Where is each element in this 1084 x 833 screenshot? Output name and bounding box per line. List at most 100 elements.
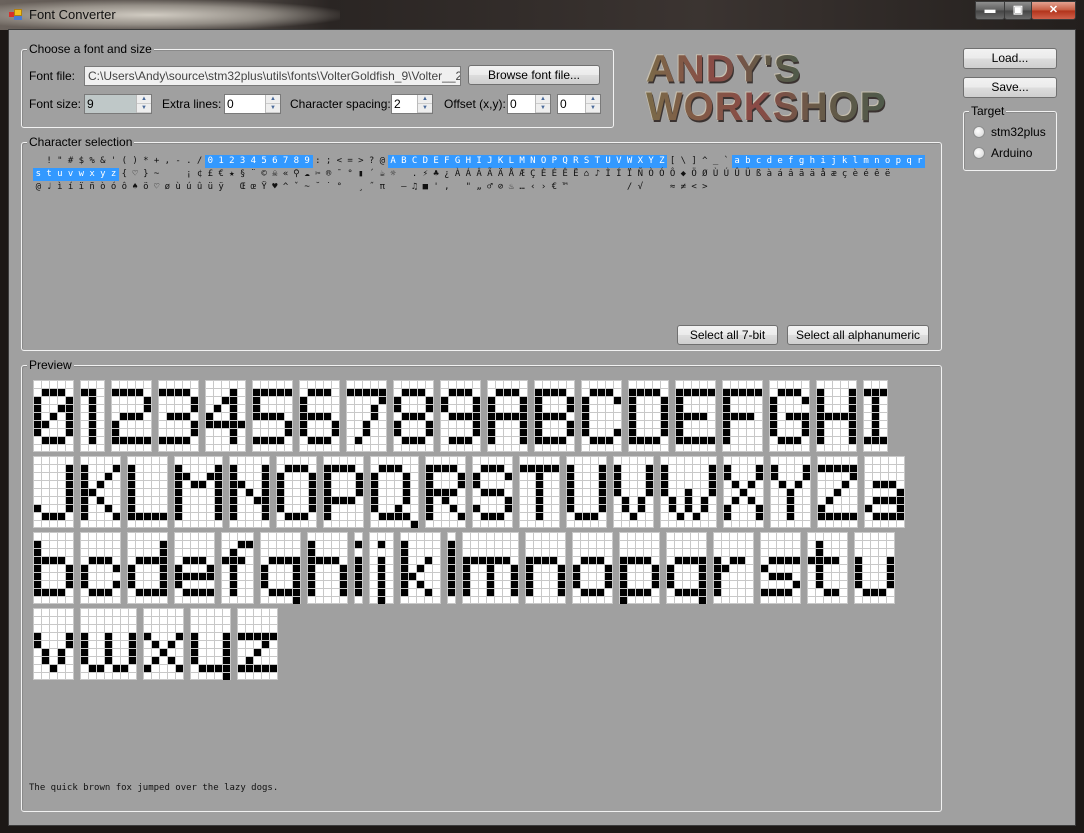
character-cell[interactable]: O — [538, 155, 549, 168]
character-cell[interactable]: 4 — [248, 155, 259, 168]
character-cell[interactable]: $ — [76, 155, 87, 168]
character-cell[interactable]: , — [442, 181, 453, 194]
character-cell[interactable]: & — [98, 155, 109, 168]
maximize-button[interactable]: ▣ — [1004, 1, 1032, 20]
character-cell[interactable]: ☠ — [270, 168, 281, 181]
character-cell[interactable]: u — [54, 168, 66, 181]
character-cell[interactable]: Q — [559, 155, 571, 168]
character-cell[interactable]: â — [786, 168, 797, 181]
character-cell[interactable]: Ü — [743, 168, 754, 181]
character-cell[interactable]: , — [162, 155, 173, 168]
character-cell[interactable]: ♫ — [409, 181, 420, 194]
character-cell[interactable]: @ — [377, 155, 388, 168]
spin-down-icon[interactable]: ▼ — [137, 104, 151, 113]
character-cell[interactable]: ë — [882, 168, 893, 181]
character-cell[interactable]: Ë — [571, 168, 582, 181]
character-cell[interactable]: h — [807, 155, 818, 168]
character-cell[interactable]: J — [484, 155, 496, 168]
character-cell[interactable]: € — [216, 168, 227, 181]
character-cell[interactable]: Y — [645, 155, 657, 168]
spin-down-icon[interactable]: ▼ — [536, 104, 550, 113]
character-cell[interactable]: f — [785, 155, 797, 168]
character-cell[interactable]: m — [860, 155, 872, 168]
character-cell[interactable]: à — [764, 168, 775, 181]
character-cell[interactable]: ^ — [700, 155, 711, 168]
character-cell[interactable]: Ì — [603, 168, 614, 181]
character-cell[interactable]: Œ — [237, 181, 248, 194]
spin-up-icon[interactable]: ▲ — [137, 95, 151, 104]
character-cell[interactable]: c — [753, 155, 764, 168]
character-cell[interactable]: : — [313, 155, 324, 168]
character-cell[interactable]: w — [76, 168, 87, 181]
character-cell[interactable]: Ù — [710, 168, 721, 181]
character-cell[interactable]: ‹ — [528, 181, 539, 194]
offset-x-stepper[interactable]: 0 ▲ ▼ — [507, 94, 551, 114]
character-cell[interactable]: k — [839, 155, 850, 168]
character-cell[interactable]: ö — [141, 181, 152, 194]
character-cell[interactable]: t — [43, 168, 55, 181]
character-cell[interactable]: * — [141, 155, 152, 168]
character-cell[interactable]: ▮ — [356, 168, 367, 181]
character-cell[interactable]: É — [549, 168, 560, 181]
character-cell[interactable]: ~ — [151, 168, 162, 181]
radio-button[interactable] — [973, 147, 985, 159]
character-cell[interactable]: < — [689, 181, 700, 194]
character-cell[interactable]: ï — [76, 181, 87, 194]
character-cell[interactable]: - — [173, 155, 184, 168]
character-cell[interactable]: ¿ — [442, 168, 453, 181]
character-cell[interactable]: ´ — [366, 168, 377, 181]
character-cell[interactable]: Ï — [624, 168, 635, 181]
font-size-stepper[interactable]: 9 ▲ ▼ — [84, 94, 152, 114]
character-cell[interactable]: ⌂ — [581, 168, 592, 181]
character-cell[interactable]: ® — [323, 168, 334, 181]
character-cell[interactable]: ☕ — [377, 168, 388, 181]
character-cell[interactable]: å — [818, 168, 829, 181]
character-cell[interactable]: À — [452, 168, 463, 181]
character-cell[interactable]: ☼ — [388, 168, 399, 181]
character-cell[interactable]: a — [731, 155, 743, 168]
character-cell[interactable]: È — [538, 168, 549, 181]
character-cell[interactable]: G — [452, 155, 463, 168]
character-cell[interactable]: 1 — [215, 155, 227, 168]
character-cell[interactable]: S — [581, 155, 592, 168]
character-cell[interactable]: ) — [130, 155, 141, 168]
character-cell[interactable]: r — [914, 155, 926, 168]
character-cell[interactable]: ] — [689, 155, 700, 168]
character-cell[interactable]: V — [613, 155, 625, 168]
character-cell[interactable]: p — [893, 155, 904, 168]
character-cell[interactable]: T — [592, 155, 603, 168]
character-cell[interactable]: 0 — [205, 155, 216, 168]
character-cell[interactable]: Â — [474, 168, 485, 181]
character-cell[interactable]: < — [334, 155, 345, 168]
character-cell[interactable]: Í — [614, 168, 625, 181]
character-cell[interactable]: 9 — [301, 155, 313, 168]
character-cell[interactable]: ♠ — [130, 181, 141, 194]
character-cell[interactable]: Z — [656, 155, 668, 168]
browse-font-button[interactable]: Browse font file... — [468, 65, 600, 85]
character-cell[interactable]: > — [700, 181, 711, 194]
character-cell[interactable]: ! — [44, 155, 55, 168]
character-cell[interactable]: N — [527, 155, 539, 168]
character-cell[interactable]: ◆ — [678, 168, 689, 181]
close-button[interactable]: ✕ — [1031, 1, 1076, 20]
character-cell[interactable]: ? — [366, 155, 377, 168]
spin-up-icon[interactable]: ▲ — [266, 95, 280, 104]
character-cell[interactable]: é — [861, 168, 872, 181]
minimize-button[interactable]: ▬ — [975, 1, 1005, 20]
character-cell[interactable]: P — [549, 155, 560, 168]
character-cell[interactable]: . — [184, 155, 195, 168]
save-button[interactable]: Save... — [963, 77, 1057, 98]
character-cell[interactable]: [ — [667, 155, 678, 168]
character-cell[interactable]: Ú — [721, 168, 732, 181]
character-cell[interactable]: ™ — [560, 181, 571, 194]
extra-lines-stepper[interactable]: 0 ▲ ▼ — [224, 94, 281, 114]
character-cell[interactable]: \ — [678, 155, 689, 168]
character-cell[interactable]: è — [850, 168, 861, 181]
radio-button[interactable] — [973, 126, 985, 138]
character-cell[interactable]: / — [194, 155, 205, 168]
character-cell[interactable]: " — [55, 155, 66, 168]
character-cell[interactable]: { — [119, 168, 130, 181]
character-cell[interactable]: ■ — [420, 181, 431, 194]
character-cell[interactable]: ♨ — [506, 181, 517, 194]
character-cell[interactable]: § — [237, 168, 248, 181]
